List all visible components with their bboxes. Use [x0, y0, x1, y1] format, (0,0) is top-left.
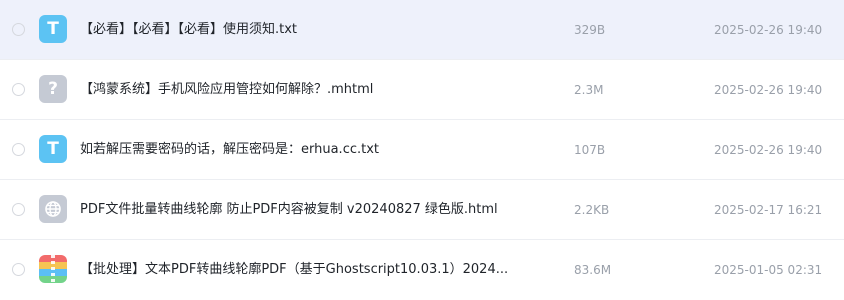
globe-icon — [45, 201, 61, 217]
file-size: 107B — [574, 143, 606, 157]
row-checkbox[interactable] — [12, 143, 25, 156]
text-file-icon: T — [39, 15, 67, 43]
file-modified-date: 2025-02-26 19:40 — [714, 23, 823, 37]
unknown-file-icon: ? — [39, 75, 67, 103]
file-name[interactable]: 【必看】【必看】【必看】使用须知.txt — [80, 0, 297, 60]
zipper-icon — [51, 255, 55, 283]
file-row[interactable]: ? 【鸿蒙系统】手机风险应用管控如何解除？.mhtml 2.3M 2025-02… — [0, 60, 844, 120]
file-row[interactable]: PDF文件批量转曲线轮廓 防止PDF内容被复制 v20240827 绿色版.ht… — [0, 180, 844, 240]
file-size: 329B — [574, 23, 606, 37]
text-file-icon: T — [39, 135, 67, 163]
row-checkbox[interactable] — [12, 203, 25, 216]
file-list: T 【必看】【必看】【必看】使用须知.txt 329B 2025-02-26 1… — [0, 0, 844, 300]
file-modified-date: 2025-02-17 16:21 — [714, 203, 823, 217]
row-checkbox[interactable] — [12, 83, 25, 96]
file-modified-date: 2025-02-26 19:40 — [714, 83, 823, 97]
file-size: 2.3M — [574, 83, 604, 97]
file-size: 83.6M — [574, 263, 612, 277]
file-modified-date: 2025-02-26 19:40 — [714, 143, 823, 157]
file-modified-date: 2025-01-05 02:31 — [714, 263, 823, 277]
file-name[interactable]: 【鸿蒙系统】手机风险应用管控如何解除？.mhtml — [80, 60, 373, 120]
file-name[interactable]: PDF文件批量转曲线轮廓 防止PDF内容被复制 v20240827 绿色版.ht… — [80, 180, 498, 240]
file-name[interactable]: 如若解压需要密码的话，解压密码是：erhua.cc.txt — [80, 120, 379, 180]
row-checkbox[interactable] — [12, 23, 25, 36]
zip-file-icon — [39, 255, 67, 283]
file-row[interactable]: T 【必看】【必看】【必看】使用须知.txt 329B 2025-02-26 1… — [0, 0, 844, 60]
row-checkbox[interactable] — [12, 263, 25, 276]
file-size: 2.2KB — [574, 203, 610, 217]
file-row[interactable]: 【批处理】文本PDF转曲线轮廓PDF（基于Ghostscript10.03.1）… — [0, 240, 844, 300]
file-row[interactable]: T 如若解压需要密码的话，解压密码是：erhua.cc.txt 107B 202… — [0, 120, 844, 180]
file-name[interactable]: 【批处理】文本PDF转曲线轮廓PDF（基于Ghostscript10.03.1）… — [80, 240, 508, 300]
html-file-icon — [39, 195, 67, 223]
